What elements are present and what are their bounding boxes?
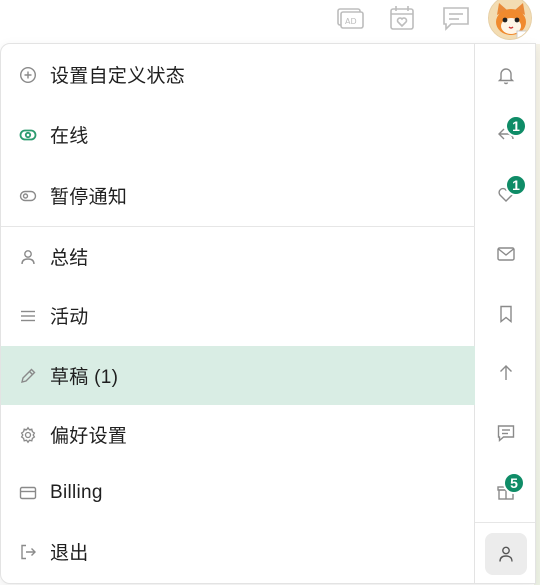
menu-item-label: Billing — [50, 481, 103, 503]
user-menu-panel: 设置自定义状态 在线 暂停通知 总结 活动 草稿 (1) 偏好设置 Billin… — [0, 43, 536, 584]
profile-button[interactable] — [485, 533, 527, 575]
mail-icon[interactable] — [493, 241, 519, 267]
menu-item-label: 退出 — [50, 543, 89, 564]
toggle-on-icon — [18, 125, 38, 145]
gear-icon — [18, 425, 38, 445]
like-count-badge: 1 — [505, 174, 527, 196]
svg-text:AD: AD — [345, 17, 357, 26]
menu-item-label: 草稿 (1) — [50, 367, 119, 388]
chat-icon[interactable] — [440, 3, 472, 33]
menu-item-label: 在线 — [50, 126, 89, 147]
reply-count-badge: 1 — [505, 115, 527, 137]
menu-item-custom-status[interactable]: 设置自定义状态 — [1, 45, 475, 104]
menu-item-pause-notifications[interactable]: 暂停通知 — [1, 166, 475, 225]
plus-circle-icon — [18, 65, 38, 85]
bell-icon[interactable] — [493, 62, 519, 88]
menu-item-logout[interactable]: 退出 — [1, 522, 475, 581]
user-icon — [18, 247, 38, 267]
menu-item-label: 设置自定义状态 — [50, 66, 186, 87]
menu-item-label: 活动 — [50, 307, 89, 328]
gift-count-badge: 5 — [503, 472, 525, 494]
bookmark-icon[interactable] — [493, 301, 519, 327]
rail-divider — [475, 522, 535, 523]
message-icon[interactable] — [493, 420, 519, 446]
menu-item-label: 偏好设置 — [50, 426, 128, 447]
quick-access-rail: 1 1 5 — [475, 44, 535, 583]
menu-item-preferences[interactable]: 偏好设置 — [1, 405, 475, 464]
menu-item-label: 总结 — [50, 248, 89, 269]
calendar-heart-icon[interactable] — [386, 3, 418, 33]
profile-icon — [499, 546, 513, 562]
card-icon — [18, 483, 38, 503]
user-menu-list: 设置自定义状态 在线 暂停通知 总结 活动 草稿 (1) 偏好设置 Billin… — [1, 44, 475, 583]
menu-item-drafts[interactable]: 草稿 (1) — [1, 346, 475, 405]
toggle-off-icon — [18, 186, 38, 206]
logout-icon — [18, 542, 38, 562]
pencil-icon — [18, 366, 38, 386]
ad-icon[interactable]: AD — [334, 3, 366, 33]
menu-item-label: 暂停通知 — [50, 187, 128, 208]
arrow-up-icon[interactable] — [493, 360, 519, 386]
menu-item-summary[interactable]: 总结 — [1, 227, 475, 286]
menu-item-online[interactable]: 在线 — [1, 105, 475, 164]
menu-item-activity[interactable]: 活动 — [1, 286, 475, 345]
menu-item-billing[interactable]: Billing — [1, 463, 475, 522]
list-icon — [18, 306, 38, 326]
avatar[interactable] — [488, 0, 532, 40]
